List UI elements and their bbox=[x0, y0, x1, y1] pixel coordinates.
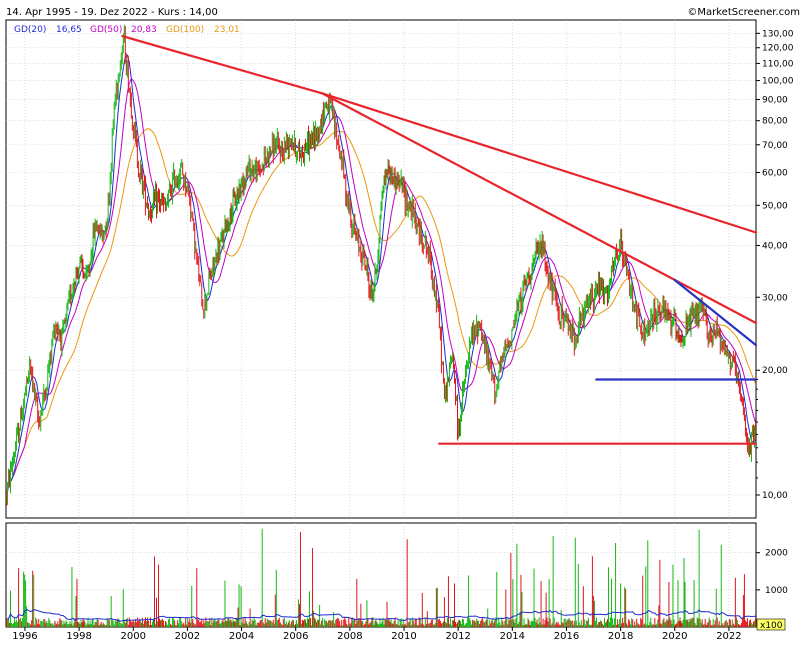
time-tick-label: 1998 bbox=[66, 631, 91, 642]
time-tick-label: 2002 bbox=[175, 631, 200, 642]
price-tick-label: 20,00 bbox=[762, 366, 788, 376]
legend-value-gd20: 16,65 bbox=[56, 25, 82, 35]
time-tick-label: 1996 bbox=[12, 631, 37, 642]
time-tick-label: 2010 bbox=[391, 631, 416, 642]
time-tick-label: 2014 bbox=[500, 631, 525, 642]
price-tick-label: 30,00 bbox=[762, 293, 788, 303]
copyright: ©MarketScreener.com bbox=[687, 7, 800, 18]
price-tick-label: 70,00 bbox=[762, 141, 788, 151]
price-tick-label: 100,00 bbox=[762, 77, 794, 87]
price-tick-label: 50,00 bbox=[762, 201, 788, 211]
time-tick-label: 2008 bbox=[337, 631, 362, 642]
price-tick-label: 130,00 bbox=[762, 29, 794, 39]
legend-value-gd100: 23,01 bbox=[214, 25, 240, 35]
volume-unit-label: x100 bbox=[760, 621, 783, 631]
volume-tick-label: 2000 bbox=[765, 549, 788, 559]
legend-value-gd50: 20,83 bbox=[131, 25, 157, 35]
price-tick-label: 60,00 bbox=[762, 169, 788, 179]
stock-chart: 14. Apr 1995 - 19. Dez 2022 - Kurs : 14,… bbox=[0, 0, 805, 650]
volume-tick-label: 1000 bbox=[765, 586, 788, 596]
time-tick-label: 2016 bbox=[554, 631, 579, 642]
time-tick-label: 2012 bbox=[445, 631, 470, 642]
price-tick-label: 120,00 bbox=[762, 44, 794, 54]
time-tick-label: 2018 bbox=[608, 631, 633, 642]
time-tick-label: 2004 bbox=[229, 631, 254, 642]
price-tick-label: 10,00 bbox=[762, 491, 788, 501]
time-tick-label: 2006 bbox=[283, 631, 308, 642]
range-info: 14. Apr 1995 - 19. Dez 2022 - Kurs : 14,… bbox=[6, 7, 218, 18]
time-tick-label: 2000 bbox=[121, 631, 146, 642]
time-tick-label: 2022 bbox=[716, 631, 741, 642]
time-tick-label: 2020 bbox=[662, 631, 687, 642]
price-tick-label: 90,00 bbox=[762, 96, 788, 106]
price-tick-label: 80,00 bbox=[762, 117, 788, 127]
price-tick-label: 40,00 bbox=[762, 241, 788, 251]
price-tick-label: 110,00 bbox=[762, 59, 794, 69]
